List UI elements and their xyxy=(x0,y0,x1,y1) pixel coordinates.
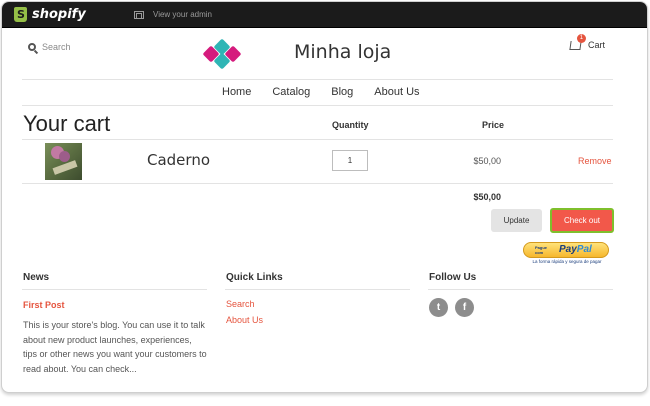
paypal-small-text: Pague com xyxy=(535,245,548,255)
nav-item-catalog[interactable]: Catalog xyxy=(272,86,310,98)
price-column-header: Price xyxy=(482,120,505,130)
news-heading: News xyxy=(23,272,50,283)
checkout-button[interactable]: Check out xyxy=(550,208,614,233)
blog-post-excerpt: This is your store's blog. You can use i… xyxy=(23,320,207,374)
quantity-column-header: Quantity xyxy=(332,120,369,130)
browser-frame: shopify View your admin Search Minha loj… xyxy=(1,1,648,393)
facebook-icon[interactable]: f xyxy=(455,298,474,317)
page-title: Your cart xyxy=(23,111,111,136)
main-nav: Home Catalog Blog About Us xyxy=(22,80,613,106)
search-placeholder: Search xyxy=(42,42,71,52)
shopify-logo[interactable]: shopify xyxy=(14,7,86,22)
cart-link[interactable]: 1 Cart xyxy=(569,33,605,50)
nav-item-blog[interactable]: Blog xyxy=(331,86,353,98)
paypal-word-pay: Pay xyxy=(559,244,577,255)
cart-count-badge: 1 xyxy=(576,33,586,43)
divider xyxy=(22,183,613,184)
paypal-button[interactable]: Pague com PayPal La forma rápida y segur… xyxy=(521,242,613,266)
product-thumbnail[interactable] xyxy=(45,143,82,180)
quantity-input[interactable]: 1 xyxy=(332,150,368,171)
divider xyxy=(22,289,207,290)
subtotal: $50,00 xyxy=(473,192,501,202)
quick-link-search[interactable]: Search xyxy=(226,299,255,309)
nav-items: Home Catalog Blog About Us xyxy=(222,86,441,98)
paypal-pill: Pague com PayPal xyxy=(523,242,609,258)
blog-post-title[interactable]: First Post xyxy=(23,300,65,310)
paypal-word-pal: Pal xyxy=(576,244,592,255)
product-price: $50,00 xyxy=(473,156,501,166)
search-icon xyxy=(28,43,36,51)
divider xyxy=(22,139,613,140)
view-admin-link[interactable]: View your admin xyxy=(134,10,212,19)
store-name[interactable]: Minha loja xyxy=(294,41,391,63)
admin-bar: shopify View your admin xyxy=(2,2,647,28)
remove-link[interactable]: Remove xyxy=(578,156,612,166)
update-button[interactable]: Update xyxy=(491,209,542,232)
shopify-bag-icon xyxy=(14,7,27,22)
divider xyxy=(225,289,410,290)
search-field[interactable]: Search xyxy=(28,42,71,52)
follow-us-heading: Follow Us xyxy=(429,272,477,283)
quick-links-heading: Quick Links xyxy=(226,272,283,283)
nav-item-about-us[interactable]: About Us xyxy=(374,86,419,98)
view-admin-label: View your admin xyxy=(153,10,212,19)
nav-item-home[interactable]: Home xyxy=(222,86,251,98)
paypal-subtext: La forma rápida y segura de pagar xyxy=(532,259,602,264)
divider xyxy=(428,289,613,290)
paypal-logo: PayPal xyxy=(559,244,592,255)
cart-icon: 1 xyxy=(569,33,586,50)
cart-label: Cart xyxy=(587,40,605,50)
store-header: Search Minha loja 1 Cart xyxy=(22,28,613,80)
twitter-icon[interactable]: t xyxy=(429,298,448,317)
store-logo-icon[interactable] xyxy=(202,38,242,70)
product-name[interactable]: Caderno xyxy=(147,151,210,169)
shopify-brand-text: shopify xyxy=(32,7,86,22)
monitor-icon xyxy=(134,10,144,19)
quick-link-about-us[interactable]: About Us xyxy=(226,315,263,325)
